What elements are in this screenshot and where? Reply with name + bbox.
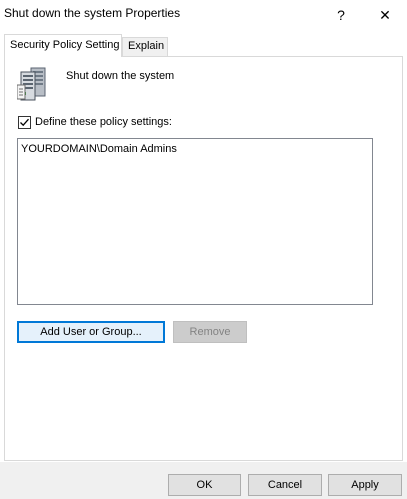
- define-policy-checkbox[interactable]: [18, 115, 31, 129]
- define-policy-row[interactable]: Define these policy settings:: [18, 115, 172, 129]
- checkmark-icon: [20, 118, 29, 126]
- help-button[interactable]: ?: [320, 0, 362, 30]
- tab-security-policy-setting[interactable]: Security Policy Setting: [4, 34, 122, 57]
- title-bar: Shut down the system Properties ? ✕: [0, 0, 407, 30]
- help-icon: ?: [337, 7, 345, 23]
- tab-explain[interactable]: Explain: [122, 37, 168, 57]
- members-listbox[interactable]: YOURDOMAIN\Domain Admins: [17, 138, 373, 305]
- close-icon: ✕: [379, 6, 391, 23]
- define-policy-label: Define these policy settings:: [35, 116, 172, 128]
- tab-strip: Security Policy Setting Explain: [4, 34, 403, 57]
- tab-panel: Shut down the system Define these policy…: [4, 56, 403, 461]
- server-policy-icon: [16, 67, 51, 101]
- cancel-button[interactable]: Cancel: [248, 474, 322, 496]
- apply-button[interactable]: Apply: [328, 474, 402, 496]
- add-user-or-group-button[interactable]: Add User or Group...: [17, 321, 165, 343]
- window-title: Shut down the system Properties: [4, 6, 181, 20]
- list-item[interactable]: YOURDOMAIN\Domain Admins: [21, 143, 177, 155]
- dialog-footer: OK Cancel Apply: [0, 462, 407, 499]
- properties-dialog: Shut down the system Properties ? ✕ Secu…: [0, 0, 407, 499]
- close-button[interactable]: ✕: [364, 0, 406, 30]
- policy-name: Shut down the system: [66, 70, 175, 82]
- ok-button[interactable]: OK: [168, 474, 241, 496]
- remove-button[interactable]: Remove: [173, 321, 247, 343]
